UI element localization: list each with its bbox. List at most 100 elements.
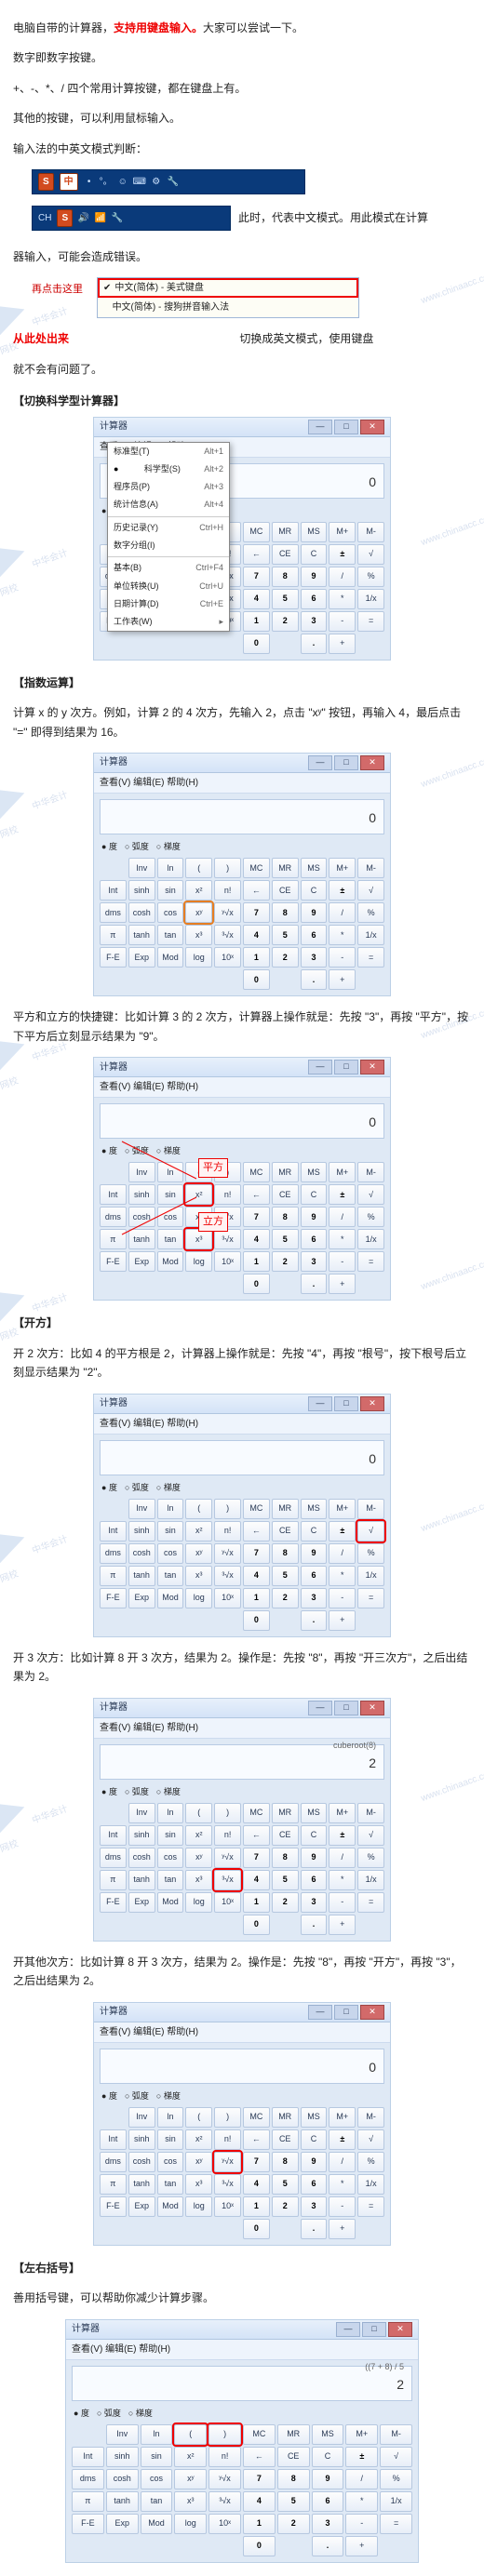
ime-option-us-keyboard[interactable]: ✔ 中文(简体) - 美式键盘 <box>98 278 358 298</box>
calc-key-M-[interactable]: M- <box>357 1803 384 1823</box>
calc-key-cosh[interactable]: cosh <box>128 1543 155 1564</box>
menu-bar-2[interactable]: 查看(V) 编辑(E) 帮助(H) <box>94 773 390 794</box>
calc-key-9[interactable]: 9 <box>301 2152 328 2172</box>
calc-key-([interactable]: ( <box>185 2107 212 2128</box>
calc-key-Int[interactable]: Int <box>72 2447 104 2467</box>
calc-key-CE[interactable]: CE <box>272 880 299 901</box>
calc-key-√[interactable]: √ <box>357 1521 384 1542</box>
calc-key-1[interactable]: 1 <box>243 947 270 968</box>
calc-key-Inv[interactable]: Inv <box>128 2107 155 2128</box>
calc-key-10ˣ[interactable]: 10ˣ <box>214 1588 241 1608</box>
calc-key-7[interactable]: 7 <box>243 567 270 587</box>
calc-key-Mod[interactable]: Mod <box>157 1588 184 1608</box>
calc-key-/[interactable]: / <box>329 1543 356 1564</box>
calc-key-x³[interactable]: x³ <box>185 1229 212 1249</box>
keyboard-icon[interactable]: ⌨ <box>134 176 145 187</box>
view-menu-item[interactable]: 科学型(S)Alt+2 <box>108 460 229 478</box>
calc-key-cos[interactable]: cos <box>157 902 184 923</box>
calc-key-%[interactable]: % <box>357 567 384 587</box>
minimize-button[interactable]: — <box>308 2005 332 2020</box>
maximize-button[interactable]: □ <box>334 1701 358 1715</box>
calc-key-%[interactable]: % <box>357 2152 384 2172</box>
calc-key-MC[interactable]: MC <box>243 1162 270 1182</box>
calc-key-1[interactable]: 1 <box>243 1588 270 1608</box>
calc-key-M-[interactable]: M- <box>357 1499 384 1519</box>
calc-key-tanh[interactable]: tanh <box>128 925 155 945</box>
calc-key-/[interactable]: / <box>345 2469 378 2489</box>
calc-key-9[interactable]: 9 <box>301 1543 328 1564</box>
calc-key-4[interactable]: 4 <box>243 2174 270 2195</box>
calc-key-MC[interactable]: MC <box>243 1803 270 1823</box>
calc-key-dms[interactable]: dms <box>100 1848 127 1868</box>
calc-key-ʸ√x[interactable]: ʸ√x <box>214 1543 241 1564</box>
calc-key-F-E[interactable]: F-E <box>100 947 127 968</box>
calc-key-√[interactable]: √ <box>357 1184 384 1205</box>
calc-key-Exp[interactable]: Exp <box>128 1892 155 1913</box>
calc-key--[interactable]: - <box>329 2196 356 2217</box>
calc-key-³√x[interactable]: ³√x <box>214 1229 241 1249</box>
calc-key-0[interactable]: 0 <box>243 2536 276 2556</box>
calc-key-8[interactable]: 8 <box>272 1848 299 1868</box>
calc-key-MS[interactable]: MS <box>301 1803 328 1823</box>
calc-key-MS[interactable]: MS <box>301 858 328 878</box>
calc-key-ʸ√x[interactable]: ʸ√x <box>214 2152 241 2172</box>
calc-key-Mod[interactable]: Mod <box>157 1892 184 1913</box>
calc-key-³√x[interactable]: ³√x <box>214 925 241 945</box>
calc-key-cosh[interactable]: cosh <box>128 1848 155 1868</box>
calc-key-M+[interactable]: M+ <box>329 1499 356 1519</box>
calc-key-cosh[interactable]: cosh <box>128 1207 155 1227</box>
calc-key-MS[interactable]: MS <box>301 1162 328 1182</box>
calc-key-sin[interactable]: sin <box>157 1825 184 1846</box>
maximize-button[interactable]: □ <box>334 755 358 770</box>
calc-key-sinh[interactable]: sinh <box>128 880 155 901</box>
close-button[interactable]: ✕ <box>360 1396 384 1411</box>
calc-key-7[interactable]: 7 <box>243 2152 270 2172</box>
calc-key-cos[interactable]: cos <box>157 1543 184 1564</box>
calc-key-0[interactable]: 0 <box>243 1915 270 1935</box>
calc-key-=[interactable]: = <box>357 947 384 968</box>
calc-key-ln[interactable]: ln <box>157 1803 184 1823</box>
menu-bar-6[interactable]: 查看(V) 编辑(E) 帮助(H) <box>94 2022 390 2043</box>
calc-key-*[interactable]: * <box>329 589 356 609</box>
calc-key-)[interactable]: ) <box>214 1499 241 1519</box>
calc-key-Mod[interactable]: Mod <box>141 2514 173 2534</box>
calc-key-10ˣ[interactable]: 10ˣ <box>214 2196 241 2217</box>
calc-key-C[interactable]: C <box>301 1521 328 1542</box>
calc-key-1/x[interactable]: 1/x <box>357 2174 384 2195</box>
calc-key-8[interactable]: 8 <box>272 1207 299 1227</box>
maximize-button[interactable]: □ <box>334 2005 358 2020</box>
calc-key-=[interactable]: = <box>357 2196 384 2217</box>
calc-key-MR[interactable]: MR <box>272 1162 299 1182</box>
calc-key-sinh[interactable]: sinh <box>128 2129 155 2150</box>
calc-key-.[interactable]: . <box>301 1610 328 1631</box>
calc-key-F-E[interactable]: F-E <box>100 1588 127 1608</box>
calc-key-sin[interactable]: sin <box>157 880 184 901</box>
calc-key-4[interactable]: 4 <box>243 1870 270 1890</box>
calc-key-6[interactable]: 6 <box>301 1870 328 1890</box>
calc-key-.[interactable]: . <box>301 1274 328 1294</box>
calc-key-xʸ[interactable]: xʸ <box>174 2469 207 2489</box>
calc-key-10ˣ[interactable]: 10ˣ <box>214 947 241 968</box>
calc-key-Int[interactable]: Int <box>100 2129 127 2150</box>
calc-key-tanh[interactable]: tanh <box>128 1566 155 1586</box>
minimize-button[interactable]: — <box>308 420 332 434</box>
calc-key-)[interactable]: ) <box>214 858 241 878</box>
calc-key--[interactable]: - <box>329 611 356 632</box>
calc-key-8[interactable]: 8 <box>272 902 299 923</box>
calc-key-Inv[interactable]: Inv <box>128 1162 155 1182</box>
calc-key-±[interactable]: ± <box>345 2447 378 2467</box>
calc-key-←[interactable]: ← <box>243 2447 276 2467</box>
calc-key-←[interactable]: ← <box>243 544 270 565</box>
calc-key-3[interactable]: 3 <box>301 1588 328 1608</box>
calc-key-C[interactable]: C <box>301 1184 328 1205</box>
angle-modes-3[interactable]: 度弧度梯度 <box>100 1144 384 1158</box>
calc-key-+[interactable]: + <box>329 1610 356 1631</box>
calc-key-n![interactable]: n! <box>214 2129 241 2150</box>
emoji-icon[interactable]: ☺ <box>117 176 128 187</box>
calc-key-MR[interactable]: MR <box>272 858 299 878</box>
calc-key-C[interactable]: C <box>301 880 328 901</box>
wifi-icon[interactable]: 📶 <box>95 212 106 223</box>
calc-key-cosh[interactable]: cosh <box>128 902 155 923</box>
calc-key-+[interactable]: + <box>329 634 356 654</box>
calc-key-1[interactable]: 1 <box>243 1251 270 1272</box>
